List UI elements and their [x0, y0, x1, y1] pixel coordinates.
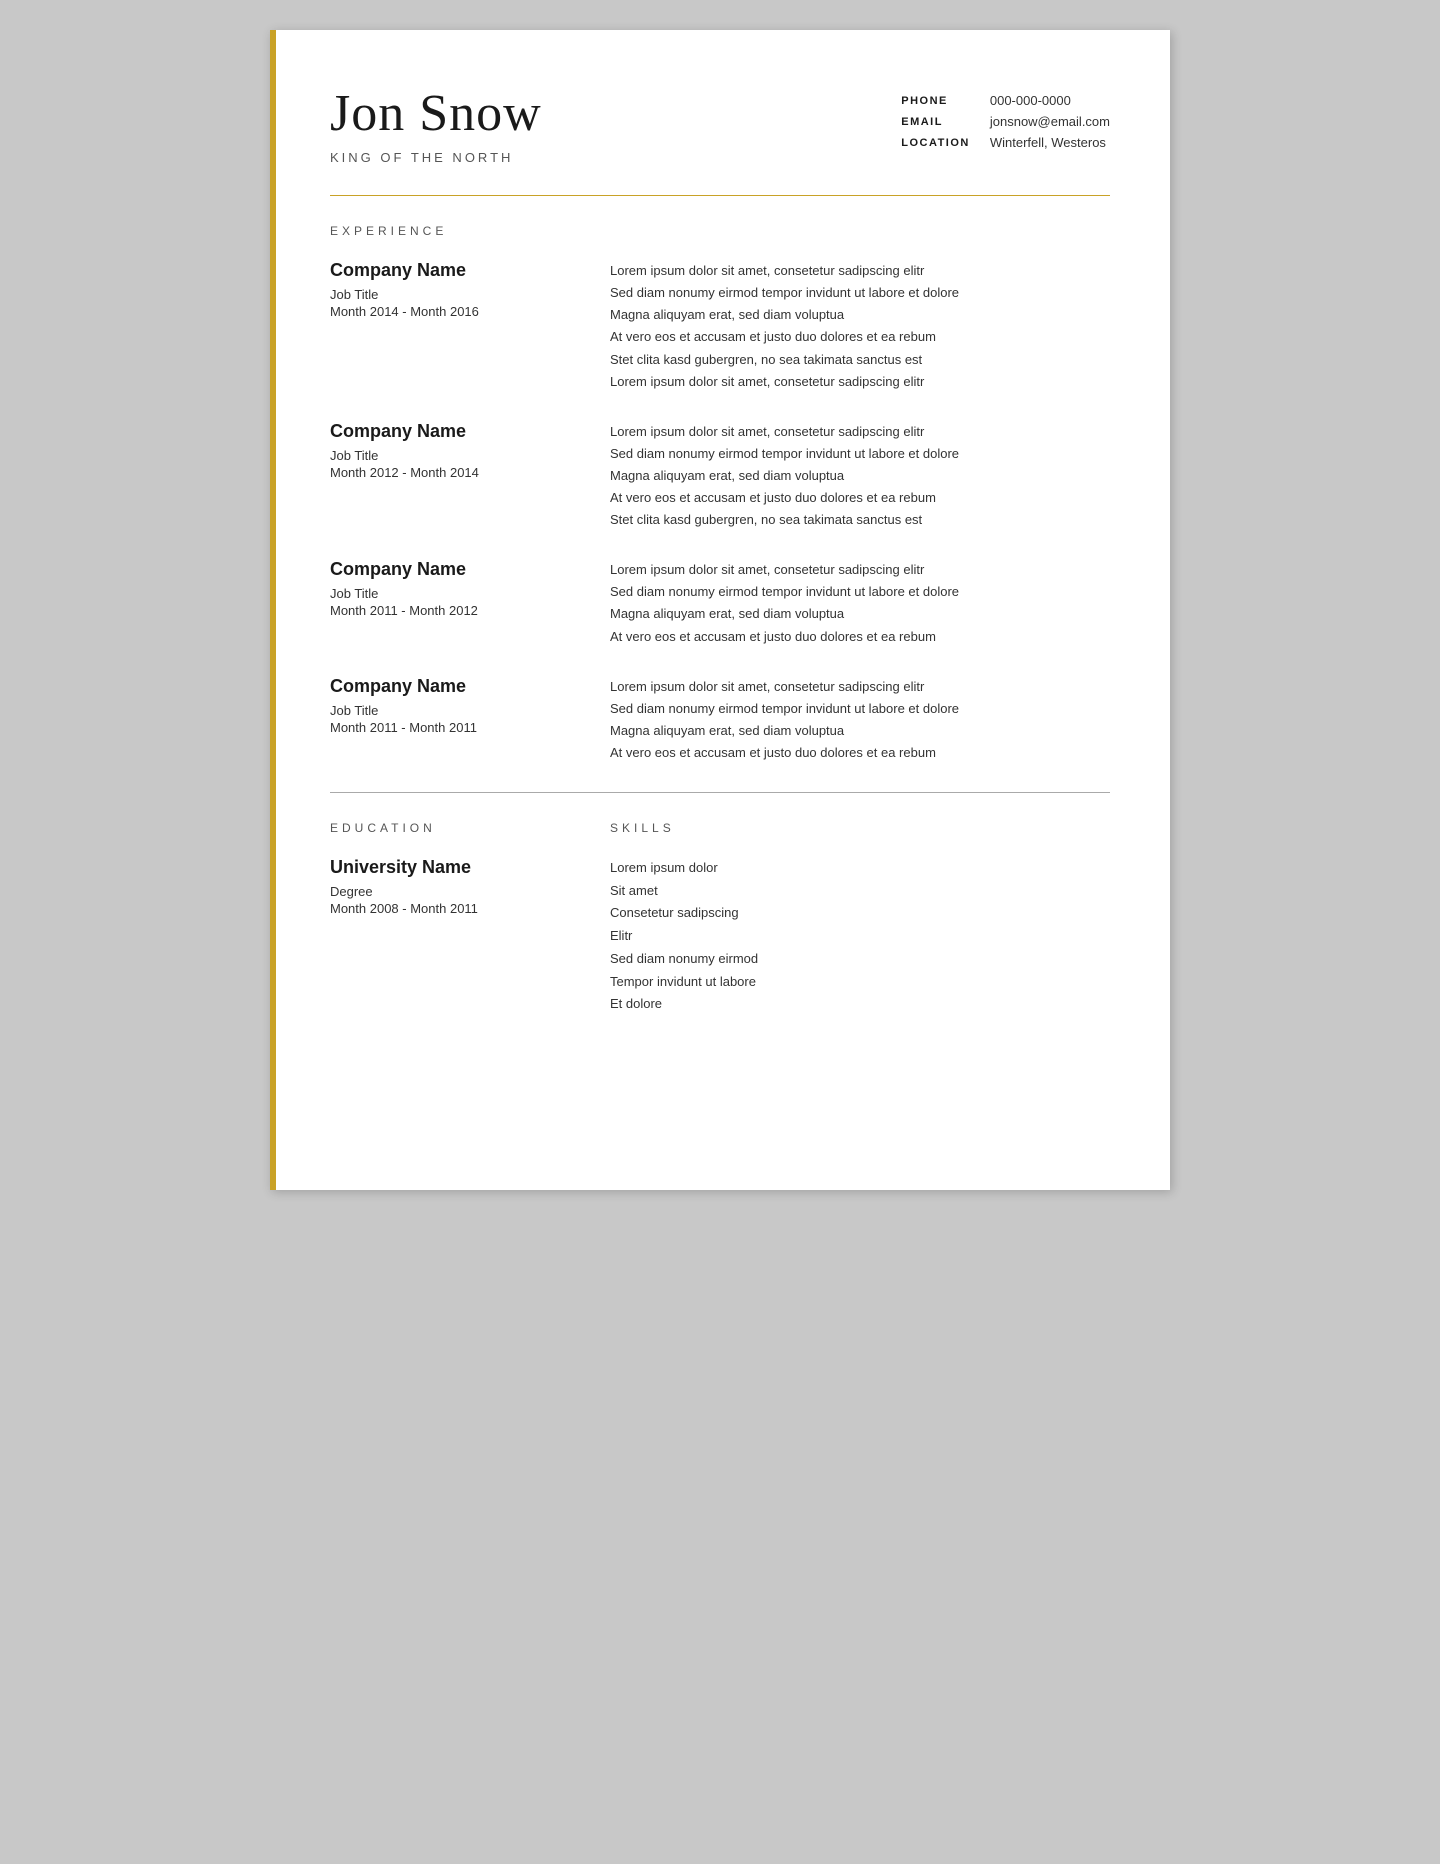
job-title: Job Title: [330, 586, 570, 601]
experience-description: Lorem ipsum dolor sit amet, consetetur s…: [610, 676, 1110, 764]
resume-page: Jon Snow King of the North PHONE 000-000…: [270, 30, 1170, 1190]
candidate-name: Jon Snow: [330, 85, 901, 142]
job-title: Job Title: [330, 287, 570, 302]
location-value: Winterfell, Westeros: [990, 135, 1110, 150]
job-dates: Month 2011 - Month 2012: [330, 603, 570, 618]
experience-section: EXPERIENCE Company Name Job Title Month 20…: [330, 224, 1110, 764]
skill-item: Et dolore: [610, 993, 1110, 1016]
skills-section-title: SKILLS: [610, 821, 1110, 835]
contact-info: PHONE 000-000-0000 EMAIL jonsnow@email.c…: [901, 85, 1110, 150]
experience-left: Company Name Job Title Month 2014 - Month …: [330, 260, 570, 393]
job-title: Job Title: [330, 703, 570, 718]
description-line: Lorem ipsum dolor sit amet, consetetur s…: [610, 421, 1110, 443]
skills-section: SKILLS Lorem ipsum dolorSit ametConsetet…: [610, 821, 1110, 1016]
description-line: Magna aliquyam erat, sed diam voluptua: [610, 720, 1110, 742]
description-line: Magna aliquyam erat, sed diam voluptua: [610, 465, 1110, 487]
job-dates: Month 2014 - Month 2016: [330, 304, 570, 319]
experience-item: Company Name Job Title Month 2014 - Month …: [330, 260, 1110, 393]
description-line: Lorem ipsum dolor sit amet, consetetur s…: [610, 371, 1110, 393]
email-value: jonsnow@email.com: [990, 114, 1110, 129]
description-line: At vero eos et accusam et justo duo dolo…: [610, 487, 1110, 509]
company-name: Company Name: [330, 676, 570, 697]
description-line: Lorem ipsum dolor sit amet, consetetur s…: [610, 559, 1110, 581]
education-section-title: EDUCATION: [330, 821, 570, 835]
description-line: At vero eos et accusam et justo duo dolo…: [610, 742, 1110, 764]
location-label: LOCATION: [901, 137, 970, 149]
description-line: Magna aliquyam erat, sed diam voluptua: [610, 304, 1110, 326]
experience-list: Company Name Job Title Month 2014 - Month …: [330, 260, 1110, 764]
experience-left: Company Name Job Title Month 2012 - Month …: [330, 421, 570, 531]
experience-left: Company Name Job Title Month 2011 - Month …: [330, 676, 570, 764]
description-line: Sed diam nonumy eirmod tempor invidunt u…: [610, 698, 1110, 720]
description-line: Stet clita kasd gubergren, no sea takima…: [610, 509, 1110, 531]
skill-item: Lorem ipsum dolor: [610, 857, 1110, 880]
header-divider: [330, 195, 1110, 196]
skill-item: Elitr: [610, 925, 1110, 948]
skill-item: Sit amet: [610, 880, 1110, 903]
skill-item: Consetetur sadipscing: [610, 902, 1110, 925]
degree: Degree: [330, 884, 570, 899]
job-dates: Month 2012 - Month 2014: [330, 465, 570, 480]
description-line: Sed diam nonumy eirmod tempor invidunt u…: [610, 581, 1110, 603]
description-line: Magna aliquyam erat, sed diam voluptua: [610, 603, 1110, 625]
header-section: Jon Snow King of the North PHONE 000-000…: [330, 85, 1110, 165]
skill-item: Sed diam nonumy eirmod: [610, 948, 1110, 971]
skills-list: Lorem ipsum dolorSit ametConsetetur sadi…: [610, 857, 1110, 1016]
edu-dates: Month 2008 - Month 2011: [330, 901, 570, 916]
experience-description: Lorem ipsum dolor sit amet, consetetur s…: [610, 260, 1110, 393]
description-line: Lorem ipsum dolor sit amet, consetetur s…: [610, 676, 1110, 698]
education-section: EDUCATION University Name Degree Month 2…: [330, 821, 570, 1016]
description-line: At vero eos et accusam et justo duo dolo…: [610, 326, 1110, 348]
company-name: Company Name: [330, 421, 570, 442]
description-line: Sed diam nonumy eirmod tempor invidunt u…: [610, 443, 1110, 465]
experience-item: Company Name Job Title Month 2011 - Month …: [330, 676, 1110, 764]
description-line: Stet clita kasd gubergren, no sea takima…: [610, 349, 1110, 371]
bottom-section: EDUCATION University Name Degree Month 2…: [330, 821, 1110, 1016]
experience-description: Lorem ipsum dolor sit amet, consetetur s…: [610, 421, 1110, 531]
experience-description: Lorem ipsum dolor sit amet, consetetur s…: [610, 559, 1110, 647]
experience-item: Company Name Job Title Month 2011 - Month …: [330, 559, 1110, 647]
candidate-title: King of the North: [330, 150, 901, 165]
company-name: Company Name: [330, 260, 570, 281]
university-name: University Name: [330, 857, 570, 878]
experience-left: Company Name Job Title Month 2011 - Month …: [330, 559, 570, 647]
header-left: Jon Snow King of the North: [330, 85, 901, 165]
phone-value: 000-000-0000: [990, 93, 1110, 108]
company-name: Company Name: [330, 559, 570, 580]
skill-item: Tempor invidunt ut labore: [610, 971, 1110, 994]
description-line: Sed diam nonumy eirmod tempor invidunt u…: [610, 282, 1110, 304]
experience-item: Company Name Job Title Month 2012 - Month …: [330, 421, 1110, 531]
phone-label: PHONE: [901, 95, 970, 107]
section-divider: [330, 792, 1110, 793]
job-title: Job Title: [330, 448, 570, 463]
experience-section-title: EXPERIENCE: [330, 224, 1110, 238]
email-label: EMAIL: [901, 116, 970, 128]
job-dates: Month 2011 - Month 2011: [330, 720, 570, 735]
description-line: At vero eos et accusam et justo duo dolo…: [610, 626, 1110, 648]
description-line: Lorem ipsum dolor sit amet, consetetur s…: [610, 260, 1110, 282]
